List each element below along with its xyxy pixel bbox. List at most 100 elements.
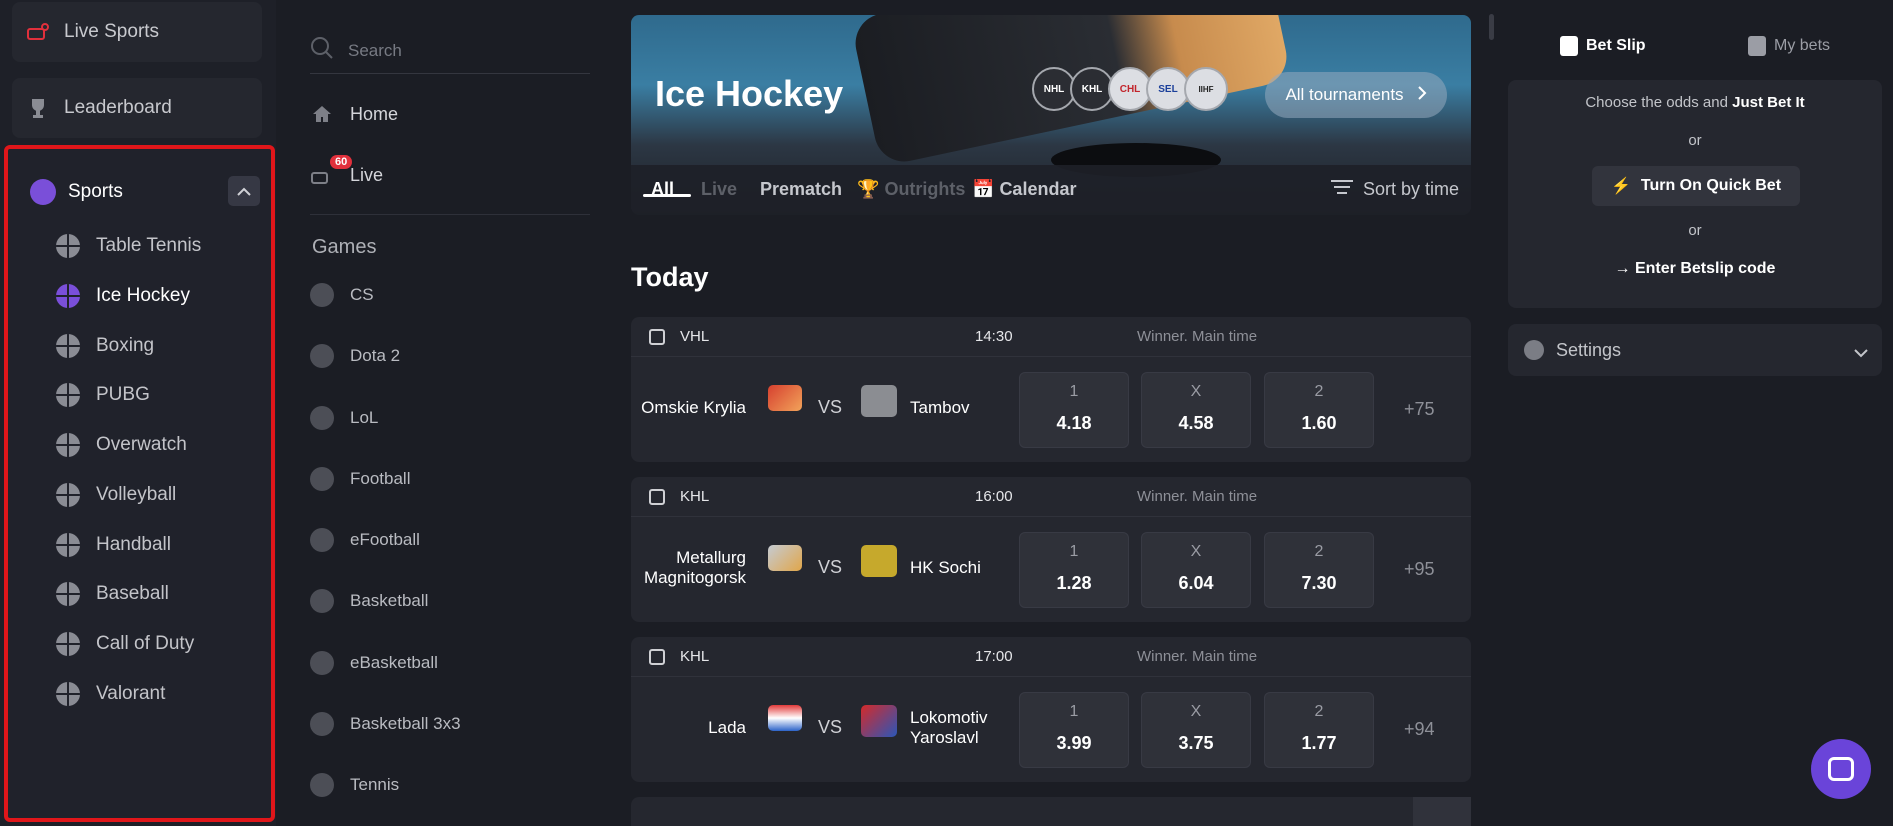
sport-item-boxing[interactable]: Boxing	[56, 326, 154, 366]
match-card: VHL 14:30 Winner. Main time Omskie Kryli…	[631, 317, 1471, 462]
live-label: Live	[350, 164, 384, 185]
sports-header[interactable]: Sports	[30, 174, 260, 210]
next-match-card	[631, 797, 1471, 826]
game-item-cs[interactable]: CS	[310, 275, 374, 315]
team-home[interactable]: Omskie Krylia	[586, 398, 746, 418]
sport-item-volleyball[interactable]: Volleyball	[56, 475, 176, 515]
sport-label: Valorant	[96, 683, 166, 704]
league-icon	[649, 489, 665, 505]
odd-button-1[interactable]: 1 3.99	[1019, 692, 1129, 768]
game-item-efootball[interactable]: eFootball	[310, 520, 420, 560]
game-item-basketball[interactable]: Basketball	[310, 581, 428, 621]
search-input[interactable]: Search	[310, 28, 590, 74]
team-away-logo	[861, 705, 897, 737]
sport-item-handball[interactable]: Handball	[56, 525, 171, 565]
sport-ball-icon	[56, 334, 80, 358]
expand-button[interactable]	[1413, 797, 1471, 826]
sport-item-valorant[interactable]: Valorant	[56, 674, 165, 714]
sport-item-overwatch[interactable]: Overwatch	[56, 425, 187, 465]
game-item-dota2[interactable]: Dota 2	[310, 336, 400, 376]
sport-item-table-tennis[interactable]: Table Tennis	[56, 226, 201, 266]
tab-calendar[interactable]: 📅 Calendar	[972, 179, 1076, 200]
league-logo-iihf[interactable]: IIHF	[1184, 67, 1228, 111]
team-home[interactable]: Metallurg Magnitogorsk	[616, 548, 746, 588]
game-item-football[interactable]: Football	[310, 459, 410, 499]
sport-ball-icon	[56, 533, 80, 557]
tab-bet-slip[interactable]: Bet Slip	[1560, 36, 1646, 56]
settings-accordion[interactable]: Settings	[1508, 324, 1882, 376]
scrollbar[interactable]	[1489, 14, 1494, 40]
ebasketball-icon	[310, 651, 334, 675]
sport-label: Volleyball	[96, 484, 177, 505]
more-markets-link[interactable]: +95	[1404, 559, 1435, 580]
league-logos: NHL KHL CHL SEL IIHF	[1032, 67, 1228, 111]
odd-button-2[interactable]: 2 7.30	[1264, 532, 1374, 608]
game-label: Basketball 3x3	[350, 714, 461, 733]
odd-value: 1.60	[1301, 413, 1337, 433]
odd-label: 1	[1069, 703, 1079, 720]
team-home[interactable]: Lada	[586, 718, 746, 738]
sport-label: Table Tennis	[96, 235, 202, 256]
live-sports-button[interactable]: Live Sports	[12, 2, 262, 62]
sport-label: PUBG	[96, 384, 150, 405]
sort-by-time-button[interactable]: Sort by time	[1330, 179, 1459, 200]
game-item-lol[interactable]: LoL	[310, 398, 378, 438]
odd-button-2[interactable]: 2 1.60	[1264, 372, 1374, 448]
sport-item-ice-hockey[interactable]: Ice Hockey	[56, 276, 190, 316]
tab-calendar-label: Calendar	[999, 179, 1077, 199]
enter-betslip-code-link[interactable]: → Enter Betslip code	[1508, 260, 1882, 278]
game-label: LoL	[350, 408, 379, 427]
nav-live[interactable]: 60 Live	[310, 155, 383, 195]
game-item-basketball-3x3[interactable]: Basketball 3x3	[310, 704, 461, 744]
team-home-logo	[768, 705, 802, 731]
more-markets-link[interactable]: +94	[1404, 719, 1435, 740]
collapse-sports-button[interactable]	[228, 176, 260, 206]
market-name: Winner. Main time	[1137, 328, 1258, 345]
sport-ball-icon	[56, 383, 80, 407]
nav-home[interactable]: Home	[310, 94, 398, 134]
sport-item-baseball[interactable]: Baseball	[56, 574, 169, 614]
odd-button-x[interactable]: X 4.58	[1141, 372, 1251, 448]
sport-item-pubg[interactable]: PUBG	[56, 375, 150, 415]
lightning-icon: ⚡	[1610, 178, 1631, 195]
odd-button-x[interactable]: X 6.04	[1141, 532, 1251, 608]
sport-ball-icon	[56, 632, 80, 656]
odd-button-2[interactable]: 2 1.77	[1264, 692, 1374, 768]
tab-prematch[interactable]: Prematch	[760, 179, 842, 200]
odd-button-1[interactable]: 1 1.28	[1019, 532, 1129, 608]
basketball-icon	[310, 589, 334, 613]
tab-live[interactable]: Live	[701, 179, 737, 200]
market-name: Winner. Main time	[1137, 648, 1258, 665]
quick-bet-button[interactable]: ⚡ Turn On Quick Bet	[1592, 166, 1800, 206]
game-item-tennis[interactable]: Tennis	[310, 765, 399, 805]
odd-label: 2	[1314, 703, 1324, 720]
vs-label: VS	[818, 397, 843, 417]
gear-icon	[1524, 340, 1544, 360]
leaderboard-label: Leaderboard	[64, 97, 172, 118]
more-markets-link[interactable]: +75	[1404, 399, 1435, 420]
game-item-ebasketball[interactable]: eBasketball	[310, 643, 438, 683]
odd-value: 4.58	[1178, 413, 1214, 433]
tab-bet-slip-label: Bet Slip	[1586, 37, 1646, 54]
market-name: Winner. Main time	[1137, 488, 1258, 505]
league-name: KHL	[680, 648, 710, 665]
odd-label: 1	[1069, 383, 1079, 400]
team-home-logo	[768, 545, 802, 571]
sport-banner: Ice Hockey NHL KHL CHL SEL IIHF All tour…	[631, 15, 1471, 215]
team-away-logo	[861, 545, 897, 577]
odd-button-1[interactable]: 1 4.18	[1019, 372, 1129, 448]
tab-outrights[interactable]: 🏆 Outrights	[857, 179, 965, 200]
leaderboard-button[interactable]: Leaderboard	[12, 78, 262, 138]
sport-item-call-of-duty[interactable]: Call of Duty	[56, 624, 194, 664]
basketball-icon	[310, 712, 334, 736]
odd-label: X	[1190, 543, 1202, 560]
all-tournaments-button[interactable]: All tournaments	[1265, 72, 1447, 118]
quick-bet-label: Turn On Quick Bet	[1640, 177, 1782, 194]
odd-button-x[interactable]: X 3.75	[1141, 692, 1251, 768]
tab-my-bets[interactable]: My bets	[1748, 36, 1830, 56]
chat-support-button[interactable]	[1811, 739, 1871, 799]
or-separator: or	[1688, 222, 1702, 239]
odd-value: 1.77	[1301, 733, 1337, 753]
just-bet-it-label: Just Bet It	[1732, 94, 1805, 111]
home-label: Home	[350, 103, 399, 124]
